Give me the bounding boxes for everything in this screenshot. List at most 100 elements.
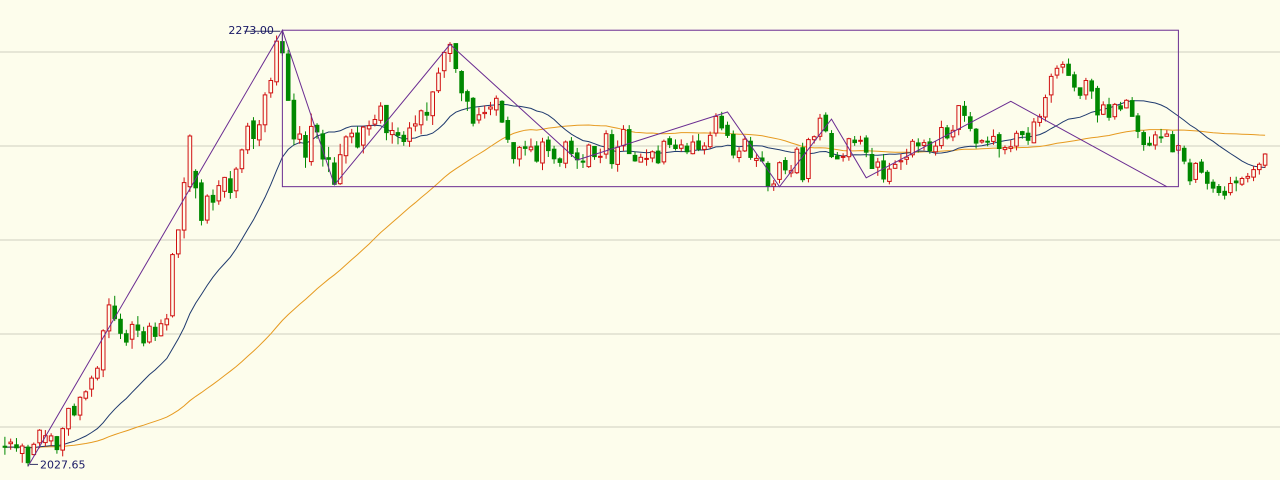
candle-body bbox=[1014, 132, 1019, 147]
candle-body bbox=[389, 130, 395, 136]
candle-body bbox=[736, 150, 742, 159]
candle-body bbox=[8, 441, 13, 445]
candle-body bbox=[973, 128, 979, 144]
candle-body bbox=[494, 97, 499, 111]
candle-body bbox=[181, 182, 187, 231]
candle-body bbox=[1089, 80, 1095, 92]
candle-body bbox=[118, 318, 123, 334]
candle-body bbox=[621, 128, 626, 147]
candle bbox=[95, 366, 100, 381]
candle bbox=[1170, 131, 1175, 153]
candle-body bbox=[31, 443, 37, 456]
candle-body bbox=[1060, 63, 1066, 68]
candle-body bbox=[401, 134, 407, 143]
high-price-label: 2273.00 bbox=[228, 24, 274, 37]
candle-body bbox=[1222, 190, 1228, 196]
candle-body bbox=[684, 145, 690, 153]
candle-body bbox=[245, 125, 250, 151]
candle-body bbox=[1083, 80, 1089, 96]
candle bbox=[731, 130, 736, 159]
candle-body bbox=[441, 51, 447, 72]
candle-body bbox=[158, 323, 164, 337]
candle-body bbox=[598, 155, 603, 158]
candle bbox=[1112, 102, 1118, 120]
candle-body bbox=[1135, 115, 1141, 132]
candle-body bbox=[251, 120, 256, 140]
candle bbox=[603, 130, 609, 159]
candle-body bbox=[152, 326, 158, 337]
candle-body bbox=[1228, 183, 1233, 194]
candle-body bbox=[366, 125, 372, 130]
candle-body bbox=[355, 132, 360, 148]
candle-body bbox=[372, 119, 378, 125]
candle-body bbox=[413, 123, 418, 127]
candle-body bbox=[499, 100, 505, 123]
candle-body bbox=[1095, 87, 1100, 116]
candle-body bbox=[546, 139, 551, 152]
candle-body bbox=[754, 157, 759, 161]
candle-body bbox=[1210, 181, 1216, 189]
candle bbox=[187, 134, 193, 192]
candle-body bbox=[713, 115, 719, 134]
candle-body bbox=[806, 139, 811, 180]
candle bbox=[823, 112, 829, 133]
candle-body bbox=[384, 104, 389, 134]
candle-body bbox=[1025, 132, 1031, 141]
candle-body bbox=[1147, 142, 1152, 146]
candle-body bbox=[326, 157, 331, 160]
candle-body bbox=[424, 111, 430, 116]
candle-body bbox=[297, 133, 302, 140]
candle-body bbox=[921, 142, 927, 146]
candle bbox=[794, 147, 800, 175]
candle-body bbox=[233, 168, 239, 192]
candle-body bbox=[892, 163, 898, 169]
candle bbox=[1031, 118, 1037, 144]
candle-body bbox=[522, 146, 528, 149]
candle-body bbox=[673, 144, 678, 150]
candle-body bbox=[285, 53, 291, 101]
candle-body bbox=[1251, 169, 1256, 178]
candle-body bbox=[1257, 163, 1262, 171]
candle bbox=[1262, 153, 1268, 168]
candle-body bbox=[794, 148, 800, 174]
candle-body bbox=[916, 142, 921, 147]
candle-body bbox=[303, 135, 308, 158]
candle-body bbox=[696, 140, 701, 150]
candle-body bbox=[1020, 131, 1025, 136]
candle-body bbox=[19, 445, 25, 454]
candle-body bbox=[511, 142, 516, 160]
candle-body bbox=[1193, 162, 1199, 180]
candle-body bbox=[228, 178, 233, 194]
candle-body bbox=[979, 140, 985, 143]
candle-body bbox=[262, 94, 268, 126]
candle-body bbox=[1054, 67, 1060, 76]
candle-body bbox=[534, 145, 540, 162]
candle-body bbox=[1124, 99, 1129, 109]
candle bbox=[806, 137, 811, 183]
candle-body bbox=[216, 185, 222, 202]
candle-body bbox=[655, 150, 661, 164]
candle-body bbox=[407, 127, 412, 142]
candle-body bbox=[962, 105, 967, 116]
candle-body bbox=[1077, 87, 1083, 96]
candle-body bbox=[170, 254, 175, 317]
candle-body bbox=[1112, 103, 1118, 118]
candle-body bbox=[66, 407, 71, 430]
candle-body bbox=[835, 155, 840, 160]
candle-body bbox=[852, 139, 858, 144]
candle bbox=[199, 179, 204, 226]
candle-body bbox=[1233, 180, 1239, 184]
candle-body bbox=[800, 147, 806, 181]
candle-body bbox=[650, 151, 655, 159]
candle-body bbox=[869, 154, 875, 169]
candle-body bbox=[944, 127, 950, 139]
candle-body bbox=[453, 43, 459, 69]
candle-body bbox=[204, 195, 210, 221]
candle-body bbox=[268, 80, 274, 94]
candle-body bbox=[991, 135, 996, 142]
candle-body bbox=[1153, 134, 1158, 146]
candle-body bbox=[1101, 104, 1106, 115]
candle-body bbox=[626, 129, 632, 155]
candle-body bbox=[1239, 178, 1245, 185]
candle-body bbox=[1002, 147, 1008, 151]
